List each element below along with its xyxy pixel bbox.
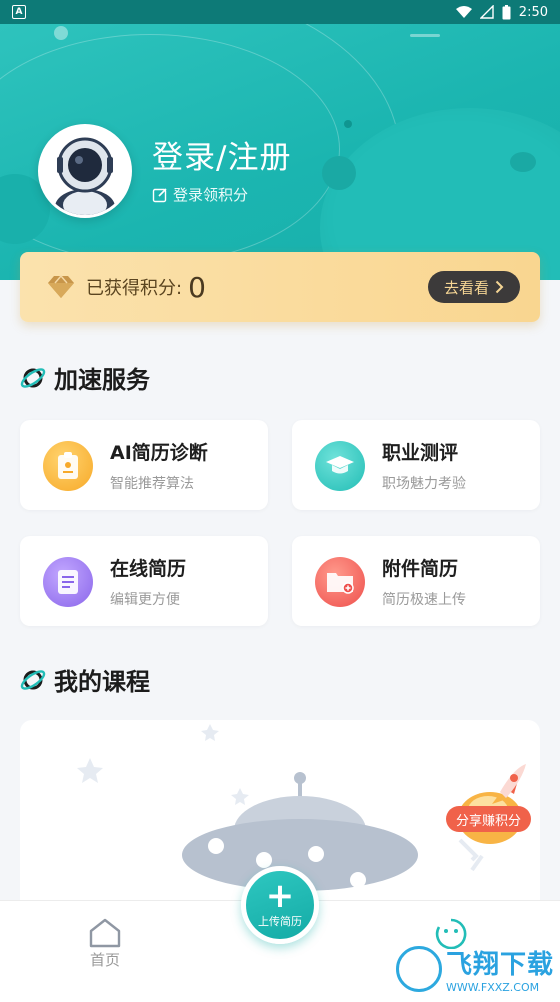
service-subtitle: 简历极速上传 [382,591,466,608]
service-title: AI简历诊断 [110,441,208,464]
watermark-logo-icon [396,946,442,992]
signal-icon [479,5,494,19]
online-resume-card[interactable]: 在线简历 编辑更方便 [20,536,268,626]
folder-upload-icon [308,550,370,612]
graduation-cap-icon [308,434,370,496]
services-section-title: 加速服务 [20,360,150,395]
nav-home[interactable]: 首页 [88,917,122,970]
document-icon [36,550,98,612]
view-points-button[interactable]: 去看看 [427,271,520,303]
watermark: 飞翔下载 WWW.FXXZ.COM [396,940,556,998]
status-time: 2:50 [518,4,548,20]
status-bar: A 2:50 [0,0,560,24]
service-subtitle: 编辑更方便 [110,591,180,608]
notification-a-icon: A [12,5,26,19]
share-earn-points-button[interactable]: 分享赚积分 [446,806,532,832]
chevron-right-icon [495,280,504,294]
diamond-icon [48,274,74,298]
edit-icon [152,187,167,202]
wifi-icon [455,5,472,18]
planet-icon [20,669,46,690]
courses-section-title: 我的课程 [20,662,150,697]
service-title: 在线简历 [110,557,187,580]
service-subtitle: 职场魅力考验 [382,475,466,492]
astronaut-icon [41,127,129,215]
view-points-label: 去看看 [443,278,489,297]
courses-title-text: 我的课程 [54,668,150,696]
points-value: 0 [188,270,206,304]
watermark-text: 飞翔下载 [446,950,555,980]
battery-icon [502,4,511,19]
watermark-url: WWW.FXXZ.COM [446,981,540,994]
upload-resume-button[interactable]: + 上传简历 [241,866,319,944]
ai-resume-diagnosis-card[interactable]: AI简历诊断 智能推荐算法 [20,420,268,510]
service-title: 职业测评 [382,441,459,464]
planet-icon [20,367,46,388]
career-assessment-card[interactable]: 职业测评 职场魅力考验 [292,420,540,510]
points-label: 已获得积分: [86,278,183,299]
login-points-text: 登录领积分 [173,186,249,204]
attachment-resume-card[interactable]: 附件简历 简历极速上传 [292,536,540,626]
resume-diagnosis-icon [36,434,98,496]
avatar[interactable] [38,124,132,218]
nav-home-label: 首页 [89,951,120,969]
share-rocket-icon[interactable] [448,758,534,846]
login-register-title[interactable]: 登录/注册 [152,132,291,177]
login-points-link[interactable]: 登录领积分 [152,184,248,205]
service-subtitle: 智能推荐算法 [110,475,194,492]
home-icon [89,918,121,948]
plus-icon: + [265,876,295,916]
services-title-text: 加速服务 [54,366,150,394]
upload-resume-label: 上传简历 [258,915,302,928]
service-title: 附件简历 [382,557,459,580]
points-card: 已获得积分: 0 去看看 [20,252,540,322]
